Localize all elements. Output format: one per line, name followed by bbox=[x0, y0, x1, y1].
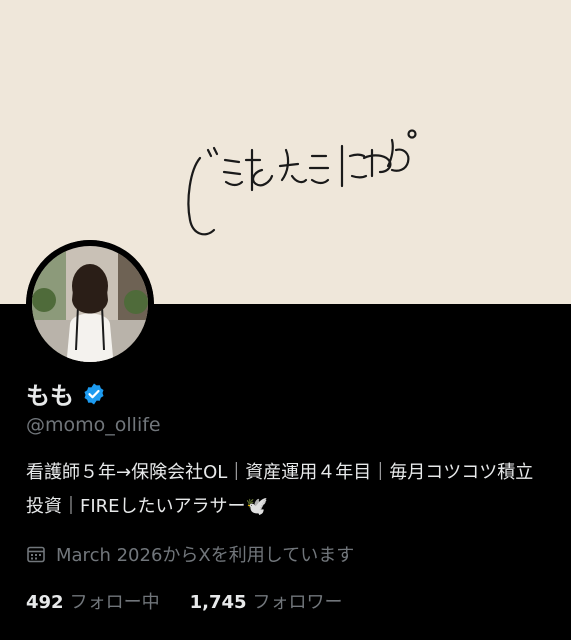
joined-date-row: March 2026からXを利用しています bbox=[26, 541, 354, 567]
calendar-icon bbox=[27, 546, 45, 563]
profile-name-row: もも bbox=[26, 376, 106, 411]
verified-badge-icon[interactable] bbox=[82, 382, 106, 406]
followers-count: 1,745 bbox=[189, 592, 247, 613]
following-label: フォロー中 bbox=[69, 592, 160, 613]
profile-name: もも bbox=[26, 382, 74, 410]
followers-link[interactable]: 1,745 フォロワー bbox=[190, 588, 343, 614]
following-link[interactable]: 492 フォロー中 bbox=[26, 588, 160, 614]
profile-handle: @momo_ollife bbox=[26, 414, 161, 436]
joined-date-text: March 2026からXを利用しています bbox=[56, 545, 355, 566]
following-count: 492 bbox=[26, 592, 64, 613]
profile-avatar[interactable] bbox=[26, 240, 154, 368]
followers-label: フォロワー bbox=[252, 592, 343, 613]
follow-stats: 492 フォロー中 1,745 フォロワー bbox=[26, 588, 343, 614]
profile-bio: 看護師５年→保険会社OL｜資産運用４年目｜毎月コツコツ積立投資｜FIREしたいア… bbox=[26, 462, 534, 517]
